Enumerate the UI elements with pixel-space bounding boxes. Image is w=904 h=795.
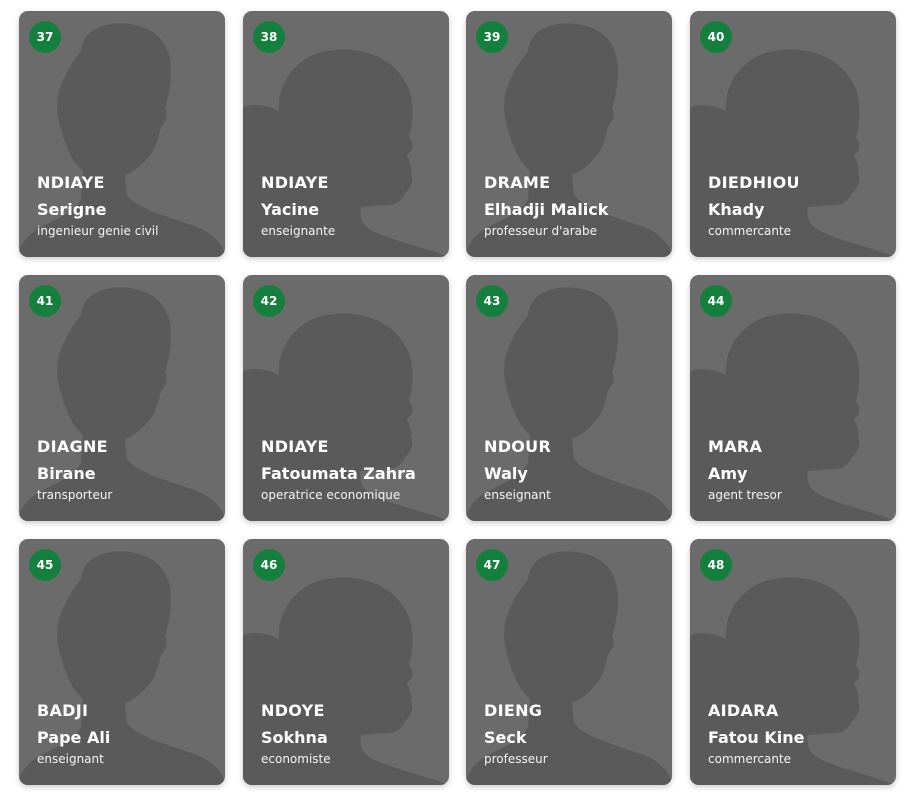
candidate-number-badge: 43 bbox=[476, 285, 508, 317]
candidate-card[interactable]: 46 NDOYE Sokhna economiste bbox=[243, 539, 449, 785]
candidate-card[interactable]: 40 DIEDHIOU Khady commercante bbox=[690, 11, 896, 257]
candidate-number-badge: 45 bbox=[29, 549, 61, 581]
candidate-last-name: BADJI bbox=[37, 701, 89, 720]
candidate-card[interactable]: 48 AIDARA Fatou Kine commercante bbox=[690, 539, 896, 785]
candidate-last-name: NDIAYE bbox=[261, 173, 329, 192]
candidate-last-name: NDIAYE bbox=[37, 173, 105, 192]
candidate-info: NDOUR Waly enseignant bbox=[484, 437, 662, 503]
candidate-occupation: commercante bbox=[708, 224, 792, 238]
candidate-info: AIDARA Fatou Kine commercante bbox=[708, 701, 886, 767]
candidate-card[interactable]: 39 DRAME Elhadji Malick professeur d'ara… bbox=[466, 11, 672, 257]
candidate-info: NDIAYE Serigne ingenieur genie civil bbox=[37, 173, 215, 239]
candidate-grid: 37 NDIAYE Serigne ingenieur genie civil … bbox=[0, 0, 904, 795]
candidate-number-badge: 48 bbox=[700, 549, 732, 581]
candidate-last-name: DRAME bbox=[484, 173, 551, 192]
candidate-number-badge: 42 bbox=[253, 285, 285, 317]
candidate-number-badge: 40 bbox=[700, 21, 732, 53]
candidate-occupation: professeur d'arabe bbox=[484, 224, 598, 238]
candidate-first-name: Seck bbox=[484, 728, 527, 747]
candidate-first-name: Yacine bbox=[261, 200, 320, 219]
candidate-last-name: DIEDHIOU bbox=[708, 173, 800, 192]
candidate-first-name: Serigne bbox=[37, 200, 107, 219]
candidate-card[interactable]: 45 BADJI Pape Ali enseignant bbox=[19, 539, 225, 785]
candidate-card[interactable]: 43 NDOUR Waly enseignant bbox=[466, 275, 672, 521]
candidate-occupation: economiste bbox=[261, 752, 331, 766]
candidate-first-name: Khady bbox=[708, 200, 765, 219]
candidate-info: BADJI Pape Ali enseignant bbox=[37, 701, 215, 767]
candidate-occupation: agent tresor bbox=[708, 488, 782, 502]
candidate-occupation: enseignant bbox=[484, 488, 551, 502]
candidate-last-name: NDOUR bbox=[484, 437, 552, 456]
candidate-info: DIEDHIOU Khady commercante bbox=[708, 173, 886, 239]
candidate-info: NDIAYE Fatoumata Zahra operatrice econom… bbox=[261, 437, 439, 503]
candidate-card[interactable]: 41 DIAGNE Birane transporteur bbox=[19, 275, 225, 521]
candidate-last-name: NDOYE bbox=[261, 701, 325, 720]
candidate-last-name: NDIAYE bbox=[261, 437, 329, 456]
candidate-number-badge: 38 bbox=[253, 21, 285, 53]
candidate-first-name: Fatou Kine bbox=[708, 728, 805, 747]
candidate-first-name: Amy bbox=[708, 464, 748, 483]
candidate-card[interactable]: 38 NDIAYE Yacine enseignante bbox=[243, 11, 449, 257]
candidate-number-badge: 37 bbox=[29, 21, 61, 53]
candidate-card[interactable]: 42 NDIAYE Fatoumata Zahra operatrice eco… bbox=[243, 275, 449, 521]
candidate-occupation: enseignant bbox=[37, 752, 104, 766]
candidate-occupation: professeur bbox=[484, 752, 548, 766]
candidate-card[interactable]: 47 DIENG Seck professeur bbox=[466, 539, 672, 785]
candidate-first-name: Waly bbox=[484, 464, 528, 483]
candidate-first-name: Elhadji Malick bbox=[484, 200, 609, 219]
candidate-number-badge: 41 bbox=[29, 285, 61, 317]
candidate-card[interactable]: 44 MARA Amy agent tresor bbox=[690, 275, 896, 521]
candidate-first-name: Birane bbox=[37, 464, 96, 483]
candidate-occupation: ingenieur genie civil bbox=[37, 224, 159, 238]
candidate-info: DIENG Seck professeur bbox=[484, 701, 662, 767]
candidate-first-name: Pape Ali bbox=[37, 728, 111, 747]
candidate-info: DRAME Elhadji Malick professeur d'arabe bbox=[484, 173, 662, 239]
candidate-number-badge: 44 bbox=[700, 285, 732, 317]
candidate-occupation: commercante bbox=[708, 752, 792, 766]
candidate-number-badge: 46 bbox=[253, 549, 285, 581]
candidate-last-name: MARA bbox=[708, 437, 763, 456]
candidate-info: DIAGNE Birane transporteur bbox=[37, 437, 215, 503]
candidate-number-badge: 47 bbox=[476, 549, 508, 581]
candidate-info: NDOYE Sokhna economiste bbox=[261, 701, 439, 767]
candidate-last-name: DIAGNE bbox=[37, 437, 108, 456]
candidate-occupation: enseignante bbox=[261, 224, 336, 238]
candidate-last-name: DIENG bbox=[484, 701, 543, 720]
candidate-info: NDIAYE Yacine enseignante bbox=[261, 173, 439, 239]
candidate-card[interactable]: 37 NDIAYE Serigne ingenieur genie civil bbox=[19, 11, 225, 257]
candidate-occupation: transporteur bbox=[37, 488, 113, 502]
candidate-first-name: Fatoumata Zahra bbox=[261, 464, 416, 483]
candidate-first-name: Sokhna bbox=[261, 728, 328, 747]
candidate-number-badge: 39 bbox=[476, 21, 508, 53]
candidate-occupation: operatrice economique bbox=[261, 488, 401, 502]
candidate-last-name: AIDARA bbox=[708, 701, 779, 720]
candidate-info: MARA Amy agent tresor bbox=[708, 437, 886, 503]
